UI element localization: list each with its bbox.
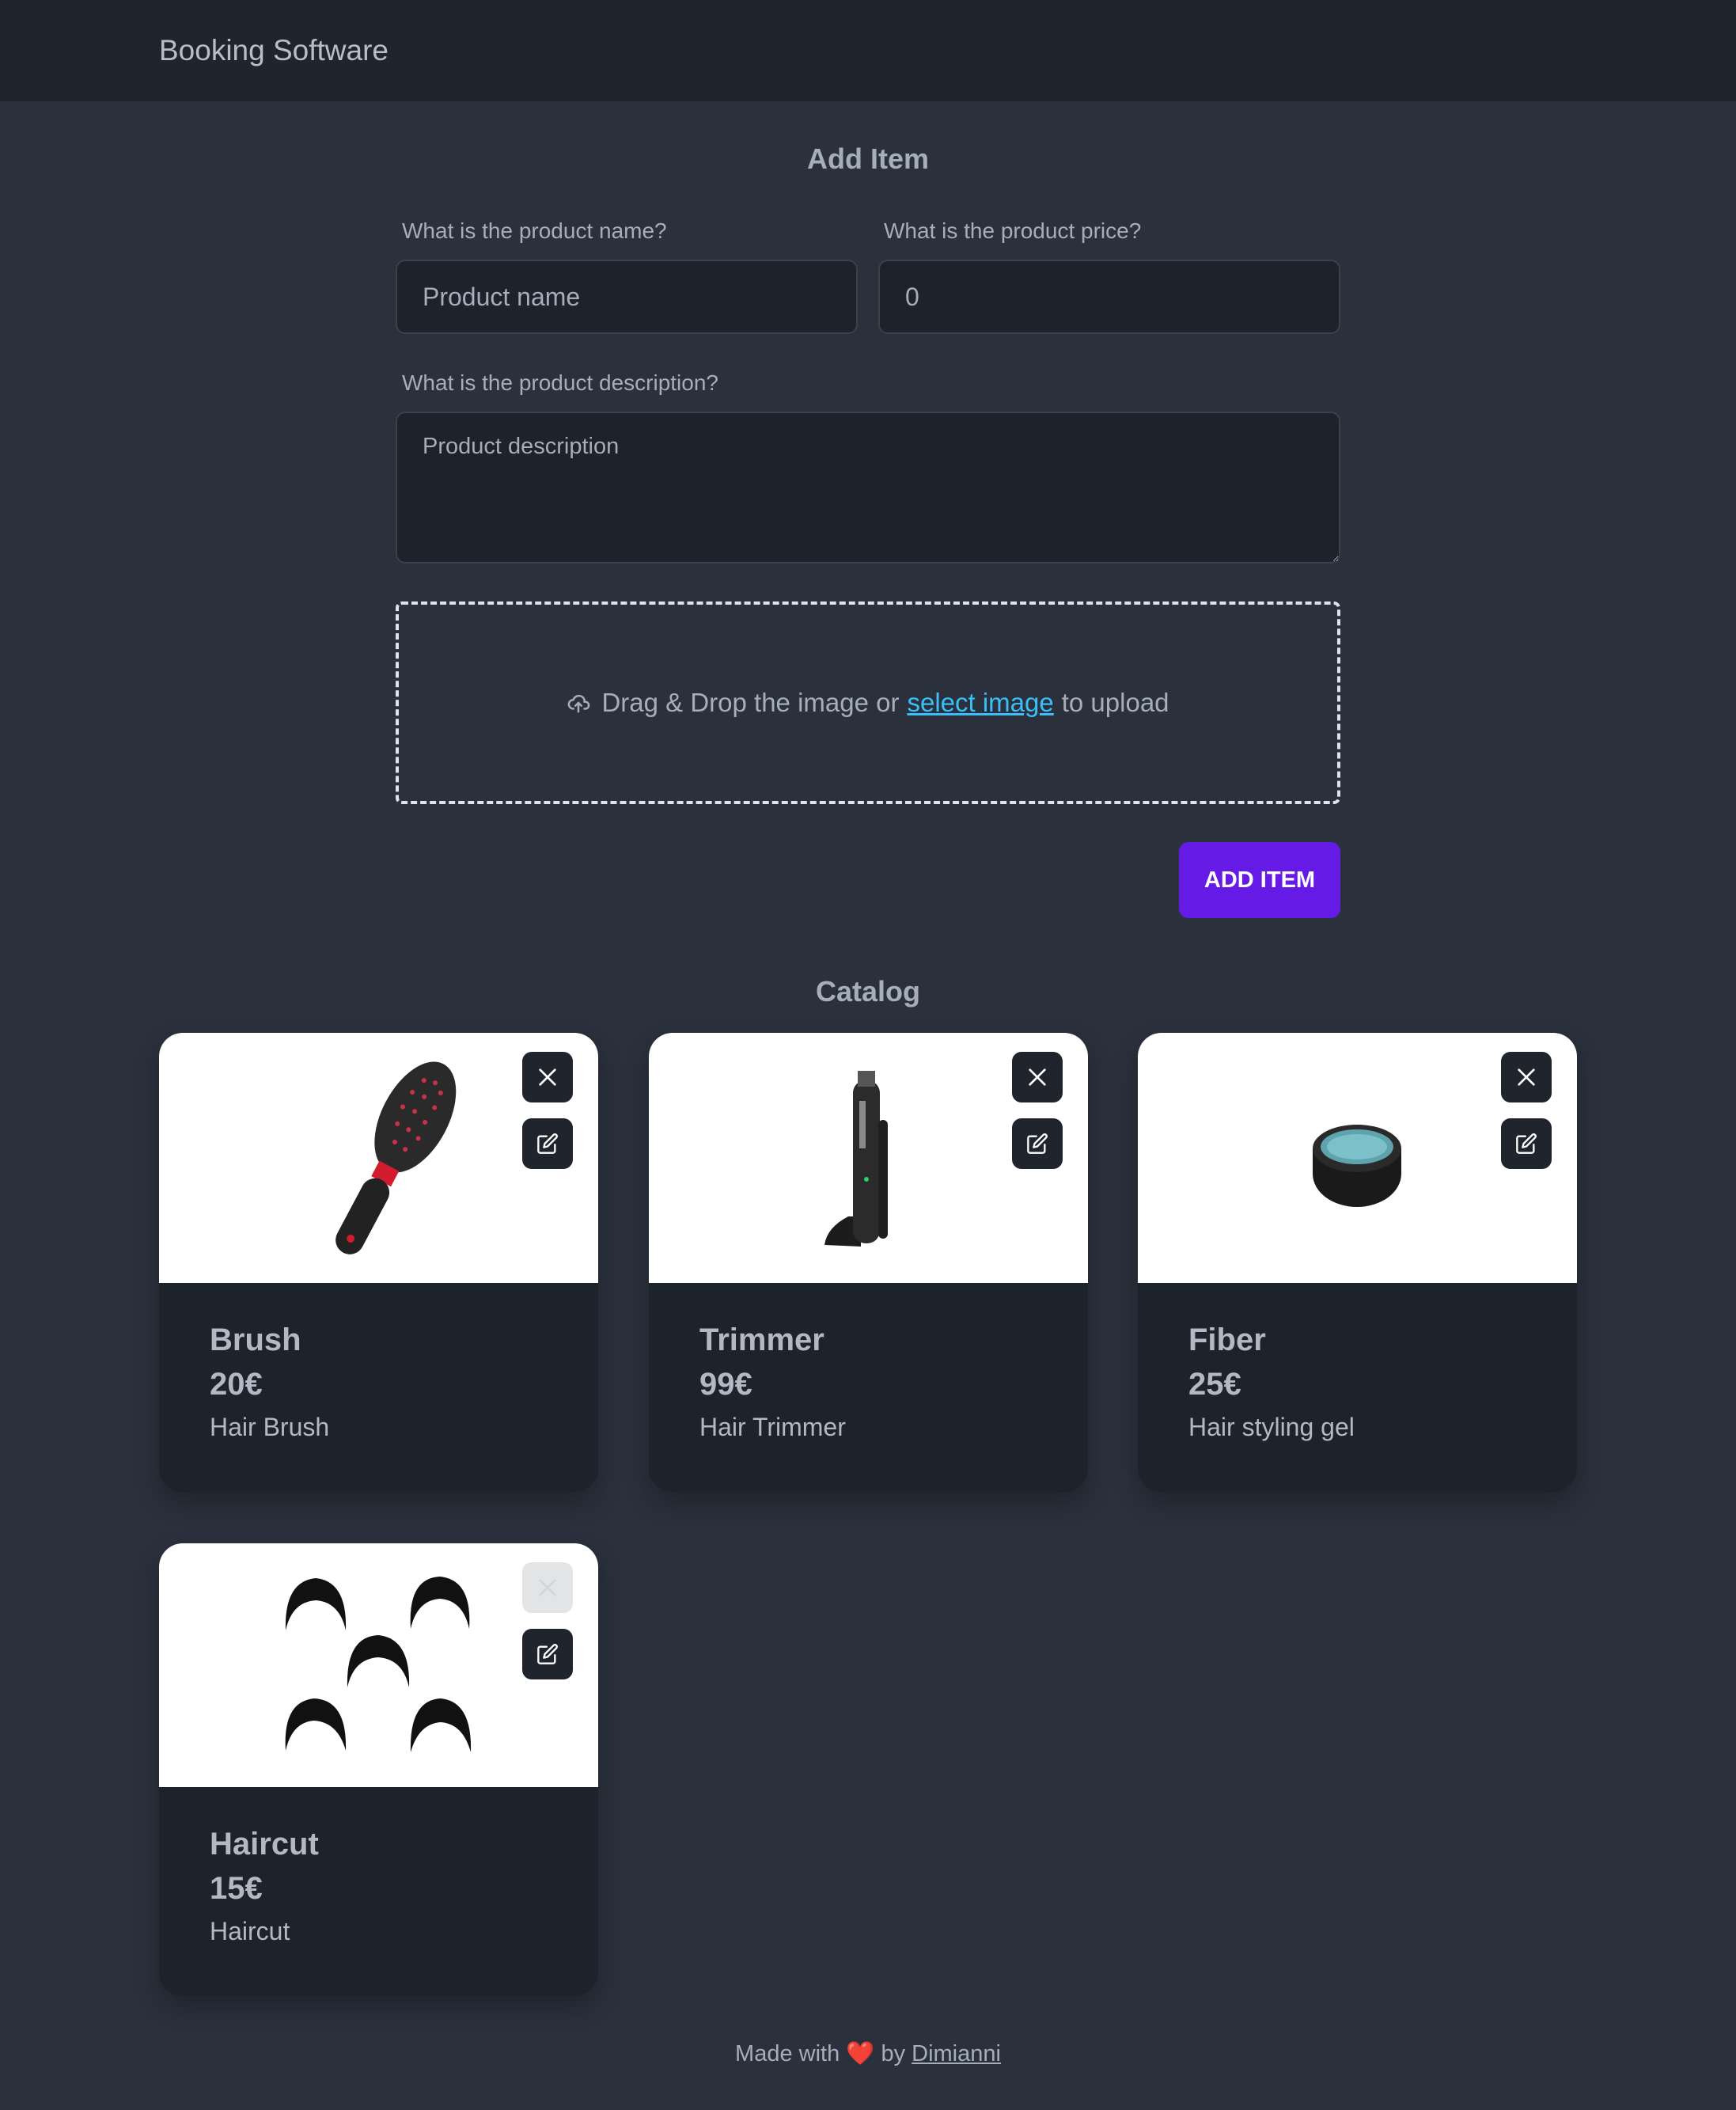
delete-item-button[interactable] <box>1012 1052 1063 1102</box>
edit-item-button[interactable] <box>522 1118 573 1169</box>
product-price-label: What is the product price? <box>884 218 1142 243</box>
footer: Made with ❤️ by Dimianni <box>0 2040 1736 2067</box>
footer-by-text: by <box>881 2041 906 2066</box>
cloud-upload-icon <box>568 694 590 713</box>
product-image-area <box>649 1033 1088 1283</box>
edit-icon <box>537 1133 558 1154</box>
edit-item-button[interactable] <box>1012 1118 1063 1169</box>
catalog-card: Brush 20€ Hair Brush <box>159 1033 598 1492</box>
product-price: 25€ <box>1188 1367 1241 1402</box>
delete-item-button[interactable] <box>522 1052 573 1102</box>
delete-item-button[interactable] <box>1501 1052 1552 1102</box>
author-link[interactable]: Dimianni <box>912 2041 1001 2066</box>
add-item-button[interactable]: ADD ITEM <box>1179 842 1340 918</box>
footer-text: Made with <box>735 2041 840 2066</box>
product-image-area <box>1138 1033 1577 1283</box>
close-icon <box>1029 1068 1046 1086</box>
navbar: Booking Software <box>0 0 1736 101</box>
edit-item-button[interactable] <box>522 1629 573 1679</box>
card-body: Fiber 25€ Hair styling gel <box>1138 1283 1577 1492</box>
product-name-input[interactable] <box>396 260 858 334</box>
product-price: 20€ <box>210 1367 263 1402</box>
edit-icon <box>1027 1133 1048 1154</box>
product-image-area <box>159 1033 598 1283</box>
product-price-input[interactable] <box>878 260 1340 334</box>
catalog-card: Trimmer 99€ Hair Trimmer <box>649 1033 1088 1492</box>
product-name: Brush <box>210 1323 301 1357</box>
product-description: Haircut <box>210 1917 290 1945</box>
edit-icon <box>1516 1133 1537 1154</box>
brand-title[interactable]: Booking Software <box>159 32 389 70</box>
product-name: Trimmer <box>699 1323 824 1357</box>
select-image-link[interactable]: select image <box>907 688 1053 718</box>
product-description-textarea[interactable] <box>396 412 1340 564</box>
product-description: Hair styling gel <box>1188 1413 1355 1441</box>
catalog-card: Fiber 25€ Hair styling gel <box>1138 1033 1577 1492</box>
card-body: Haircut 15€ Haircut <box>159 1787 598 1996</box>
edit-item-button[interactable] <box>1501 1118 1552 1169</box>
product-image-area <box>159 1543 598 1787</box>
edit-icon <box>537 1644 558 1664</box>
heart-icon: ❤️ <box>846 2041 875 2066</box>
product-name: Fiber <box>1188 1323 1266 1357</box>
card-body: Brush 20€ Hair Brush <box>159 1283 598 1492</box>
product-price: 99€ <box>699 1367 752 1402</box>
dropzone-text-after: to upload <box>1061 688 1169 717</box>
delete-item-button[interactable] <box>522 1562 573 1613</box>
product-price: 15€ <box>210 1871 263 1906</box>
close-icon <box>539 1068 556 1086</box>
close-icon <box>539 1579 556 1596</box>
add-item-title: Add Item <box>806 142 929 175</box>
product-description-label: What is the product description? <box>402 370 718 395</box>
catalog-title: Catalog <box>815 975 920 1008</box>
product-description: Hair Trimmer <box>699 1413 846 1441</box>
card-body: Trimmer 99€ Hair Trimmer <box>649 1283 1088 1492</box>
product-name: Haircut <box>210 1827 319 1861</box>
close-icon <box>1518 1068 1535 1086</box>
catalog-card: Haircut 15€ Haircut <box>159 1543 598 1996</box>
image-dropzone[interactable]: Drag & Drop the image or select image to… <box>396 602 1340 804</box>
dropzone-text: Drag & Drop the image or <box>601 688 900 717</box>
product-description: Hair Brush <box>210 1413 330 1441</box>
product-name-label: What is the product name? <box>402 218 667 243</box>
